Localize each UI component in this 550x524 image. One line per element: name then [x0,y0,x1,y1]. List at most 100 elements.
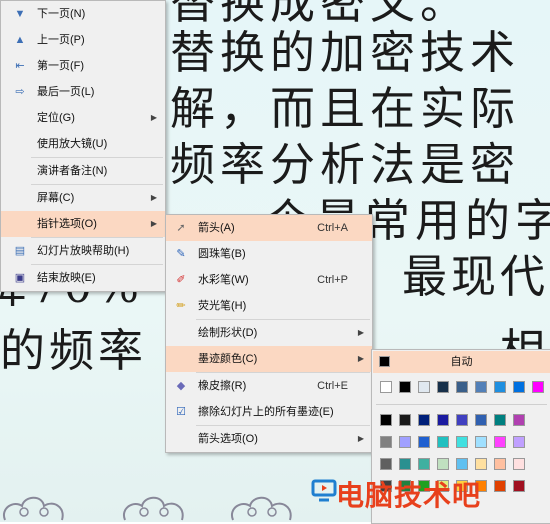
menu-item-label: 箭头选项(O) [198,433,258,445]
standard-color-row [380,436,525,448]
color-swatch[interactable] [494,381,506,393]
color-swatch[interactable] [437,458,449,470]
shortcut-label: Ctrl+E [317,380,348,392]
menu-item-highlighter[interactable]: ✏ 荧光笔(H) [166,293,372,319]
submenu-arrow-icon: ▶ [150,193,157,202]
color-swatch[interactable] [475,414,487,426]
down-triangle-icon: ▼ [14,8,26,20]
color-swatch[interactable] [380,381,392,393]
felt-pen-icon: ✐ [176,274,186,286]
color-swatch[interactable] [494,480,506,492]
color-swatch[interactable] [494,414,506,426]
menu-item-label: 圆珠笔(B) [198,248,246,260]
menu-item-label: 使用放大镜(U) [37,138,108,150]
color-swatch[interactable] [399,436,411,448]
cloud-decoration-icon [122,496,184,521]
color-swatch[interactable] [513,381,525,393]
color-swatch[interactable] [456,414,468,426]
color-swatch[interactable] [437,436,449,448]
menu-item-end-show[interactable]: ▣ 结束放映(E) [1,265,165,291]
slide-text-line: 替换的加密技术 [170,26,521,79]
slide-text-line: 替换成密文。 [170,0,471,29]
menu-item-arrow-options[interactable]: 箭头选项(O) ▶ [166,426,372,452]
color-swatch[interactable] [475,436,487,448]
color-swatch[interactable] [494,436,506,448]
menu-item-label: 演讲者备注(N) [37,165,108,177]
menu-item-previous[interactable]: ▲ 上一页(P) [1,27,165,53]
color-swatch[interactable] [437,381,449,393]
color-swatch[interactable] [475,458,487,470]
color-swatch[interactable] [513,480,525,492]
menu-item-pointer-options[interactable]: 指针选项(O) ▶ [1,211,165,237]
menu-item-label: 绘制形状(D) [198,327,258,339]
submenu-arrow-icon: ▶ [357,328,364,337]
menu-item-felt-pen[interactable]: ✐ 水彩笔(W) Ctrl+P [166,267,372,293]
color-swatch[interactable] [380,414,392,426]
menu-item-ballpoint-pen[interactable]: ✎ 圆珠笔(B) [166,241,372,267]
menu-item-label: 荧光笔(H) [198,300,247,312]
menu-item-ink-color[interactable]: 墨迹颜色(C) ▶ [166,346,372,372]
shortcut-label: Ctrl+A [317,222,348,234]
color-swatch[interactable] [494,458,506,470]
menu-item-screen[interactable]: 屏幕(C) ▶ [1,185,165,211]
color-swatch[interactable] [380,436,392,448]
help-icon: ▤ [14,245,26,257]
standard-color-row [380,414,525,426]
color-swatch[interactable] [456,381,468,393]
color-swatch[interactable] [532,381,544,393]
color-swatch[interactable] [513,436,525,448]
menu-item-last[interactable]: ⇨ 最后一页(L) [1,79,165,105]
menu-item-arrow[interactable]: ➚ 箭头(A) Ctrl+A [166,215,372,241]
color-swatch[interactable] [380,458,392,470]
ballpoint-pen-icon: ✎ [176,248,186,260]
palette-divider [376,404,547,405]
color-swatch[interactable] [399,458,411,470]
color-swatch[interactable] [513,414,525,426]
menu-item-goto[interactable]: 定位(G) ▶ [1,105,165,131]
highlighter-icon: ✏ [176,300,186,312]
menu-item-erase-all-ink[interactable]: ☑ 擦除幻灯片上的所有墨迹(E) [166,399,372,425]
menu-item-magnifier[interactable]: 使用放大镜(U) [1,131,165,157]
auto-color-label: 自动 [450,356,473,368]
color-swatch[interactable] [513,458,525,470]
color-swatch[interactable] [418,458,430,470]
slide-text-line: 频率分析法是密 [170,138,521,191]
menu-item-label: 屏幕(C) [37,192,75,204]
color-swatch[interactable] [456,436,468,448]
menu-item-first[interactable]: ⇤ 第一页(F) [1,53,165,79]
color-swatch[interactable] [418,436,430,448]
color-swatch[interactable] [475,381,487,393]
menu-item-speaker-notes[interactable]: 演讲者备注(N) [1,158,165,184]
menu-item-label: 定位(G) [37,112,75,124]
submenu-arrow-icon: ▶ [150,219,157,228]
menu-item-eraser[interactable]: ◆ 橡皮擦(R) Ctrl+E [166,373,372,399]
shortcut-label: Ctrl+P [317,274,348,286]
color-swatch[interactable] [399,414,411,426]
menu-item-label: 结束放映(E) [37,272,96,284]
first-page-icon: ⇤ [15,60,25,72]
cloud-decoration-icon [2,496,64,521]
menu-item-help[interactable]: ▤ 幻灯片放映帮助(H) [1,238,165,264]
menu-item-label: 第一页(F) [37,60,85,72]
up-triangle-icon: ▲ [14,34,26,46]
color-swatch[interactable] [456,458,468,470]
menu-item-label: 箭头(A) [198,222,235,234]
erase-all-icon: ☑ [176,406,186,418]
menu-item-draw-shapes[interactable]: 绘制形状(D) ▶ [166,320,372,346]
menu-item-label: 上一页(P) [37,34,85,46]
auto-color-option[interactable]: 自动 [373,351,550,373]
menu-item-label: 指针选项(O) [37,218,97,230]
slide-text-line: 解，而且在实际 [170,82,521,135]
submenu-arrow-icon: ▶ [150,113,157,122]
menu-item-next[interactable]: ▼ 下一页(N) [1,1,165,27]
color-swatch[interactable] [418,381,430,393]
color-swatch[interactable] [418,414,430,426]
slide-text-fragment: 的频率 [0,324,148,377]
cloud-decoration-icon [230,496,292,521]
watermark-text: 电脑技术吧 [336,479,482,512]
monitor-logo-icon [311,479,337,502]
color-swatch[interactable] [437,414,449,426]
color-swatch[interactable] [399,381,411,393]
standard-color-row [380,458,525,470]
last-page-icon: ⇨ [15,86,25,98]
